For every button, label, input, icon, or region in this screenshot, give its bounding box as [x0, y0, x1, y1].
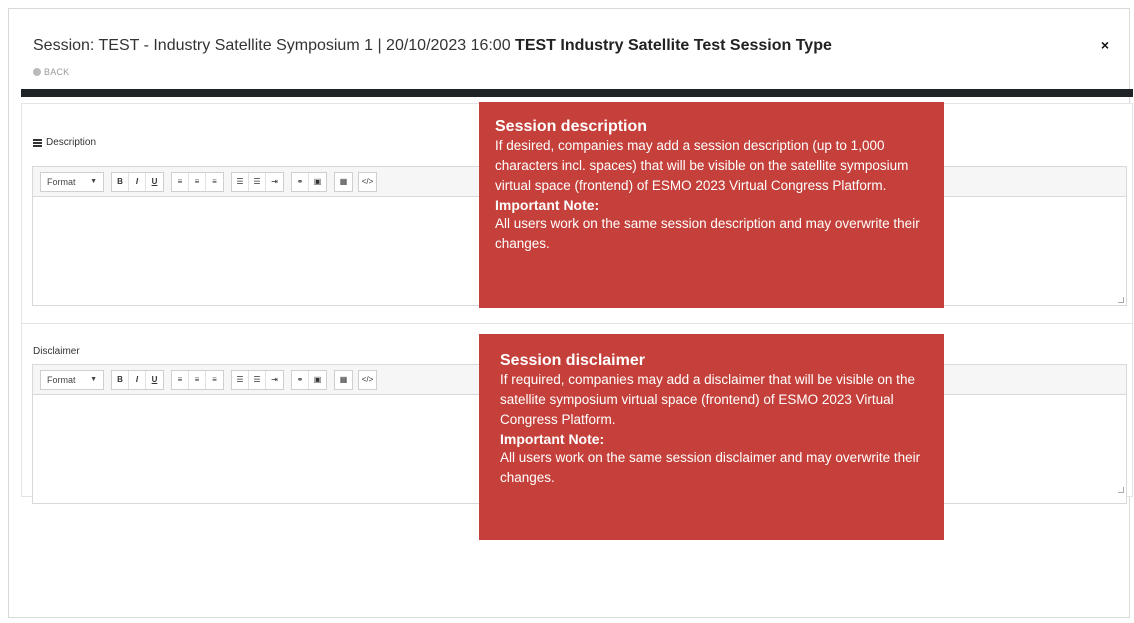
- tip-note-body: All users work on the same session discl…: [500, 450, 921, 485]
- description-tip: Session description If desired, companie…: [479, 102, 944, 308]
- title-session-type: TEST Industry Satellite Test Session Typ…: [515, 37, 832, 54]
- table-button[interactable]: ▦: [335, 371, 352, 389]
- bullet-list-button[interactable]: ☰: [232, 172, 249, 191]
- link-button[interactable]: ⚭: [292, 172, 309, 191]
- table-button[interactable]: ▦: [335, 173, 352, 191]
- disclaimer-label: Disclaimer: [33, 346, 80, 357]
- align-left-button[interactable]: ≡: [172, 172, 189, 191]
- text-style-group: B I U: [111, 171, 164, 192]
- table-group: ▦: [334, 369, 353, 390]
- insert-group: ⚭ ▣: [291, 369, 327, 390]
- align-group: ≡ ≡ ≡: [171, 369, 224, 390]
- align-right-button[interactable]: ≡: [206, 371, 223, 389]
- source-group: </>: [358, 369, 377, 390]
- insert-group: ⚭ ▣: [291, 171, 327, 192]
- align-group: ≡ ≡ ≡: [171, 171, 224, 192]
- list-group: ☰ ☰ ⇥: [231, 369, 284, 390]
- back-link[interactable]: BACK: [33, 67, 69, 77]
- image-button[interactable]: ▣: [309, 371, 326, 389]
- table-group: ▦: [334, 171, 353, 192]
- list-group: ☰ ☰ ⇥: [231, 171, 284, 192]
- numbered-list-button[interactable]: ☰: [249, 172, 266, 191]
- description-heading: Description: [33, 137, 96, 148]
- align-center-button[interactable]: ≡: [189, 172, 206, 191]
- bold-button[interactable]: B: [112, 172, 129, 191]
- indent-button[interactable]: ⇥: [266, 371, 283, 389]
- tip-note-title: Important Note:: [495, 197, 600, 213]
- align-right-button[interactable]: ≡: [206, 173, 223, 191]
- close-button[interactable]: ×: [1101, 37, 1109, 53]
- resize-handle[interactable]: [1118, 487, 1124, 493]
- tip-note-body: All users work on the same session descr…: [495, 216, 920, 251]
- link-button[interactable]: ⚭: [292, 370, 309, 389]
- disclaimer-tip: Session disclaimer If required, companie…: [479, 334, 944, 540]
- description-label: Description: [46, 137, 97, 148]
- header-divider: [21, 89, 1133, 97]
- resize-handle[interactable]: [1118, 297, 1124, 303]
- format-dropdown[interactable]: Format ▼: [40, 369, 104, 390]
- image-button[interactable]: ▣: [309, 173, 326, 191]
- tip-body: If required, companies may add a disclai…: [500, 372, 915, 427]
- italic-button[interactable]: I: [129, 370, 146, 389]
- tip-title: Session disclaimer: [500, 352, 645, 369]
- text-style-group: B I U: [111, 369, 164, 390]
- page-title: Session: TEST - Industry Satellite Sympo…: [33, 37, 1113, 55]
- tip-title: Session description: [495, 118, 648, 135]
- source-code-button[interactable]: </>: [359, 173, 376, 191]
- title-prefix: Session: TEST - Industry Satellite Sympo…: [33, 37, 516, 54]
- indent-button[interactable]: ⇥: [266, 173, 283, 191]
- numbered-list-button[interactable]: ☰: [249, 370, 266, 389]
- format-label: Format: [47, 374, 76, 385]
- disclaimer-heading: Disclaimer: [33, 346, 80, 357]
- format-label: Format: [47, 176, 76, 187]
- underline-button[interactable]: U: [146, 173, 163, 191]
- underline-button[interactable]: U: [146, 371, 163, 389]
- chevron-down-icon: ▼: [90, 376, 97, 383]
- align-left-icon: [33, 138, 42, 147]
- tip-note-title: Important Note:: [500, 431, 605, 447]
- tip-body: If desired, companies may add a session …: [495, 138, 909, 193]
- italic-button[interactable]: I: [129, 172, 146, 191]
- chevron-down-icon: ▼: [90, 178, 97, 185]
- align-left-button[interactable]: ≡: [172, 370, 189, 389]
- back-icon: [33, 68, 41, 76]
- bold-button[interactable]: B: [112, 370, 129, 389]
- bullet-list-button[interactable]: ☰: [232, 370, 249, 389]
- back-label: BACK: [44, 67, 70, 77]
- source-group: </>: [358, 171, 377, 192]
- format-dropdown[interactable]: Format ▼: [40, 171, 104, 192]
- modal-header: Session: TEST - Industry Satellite Sympo…: [33, 37, 1113, 77]
- source-code-button[interactable]: </>: [359, 371, 376, 389]
- align-center-button[interactable]: ≡: [189, 370, 206, 389]
